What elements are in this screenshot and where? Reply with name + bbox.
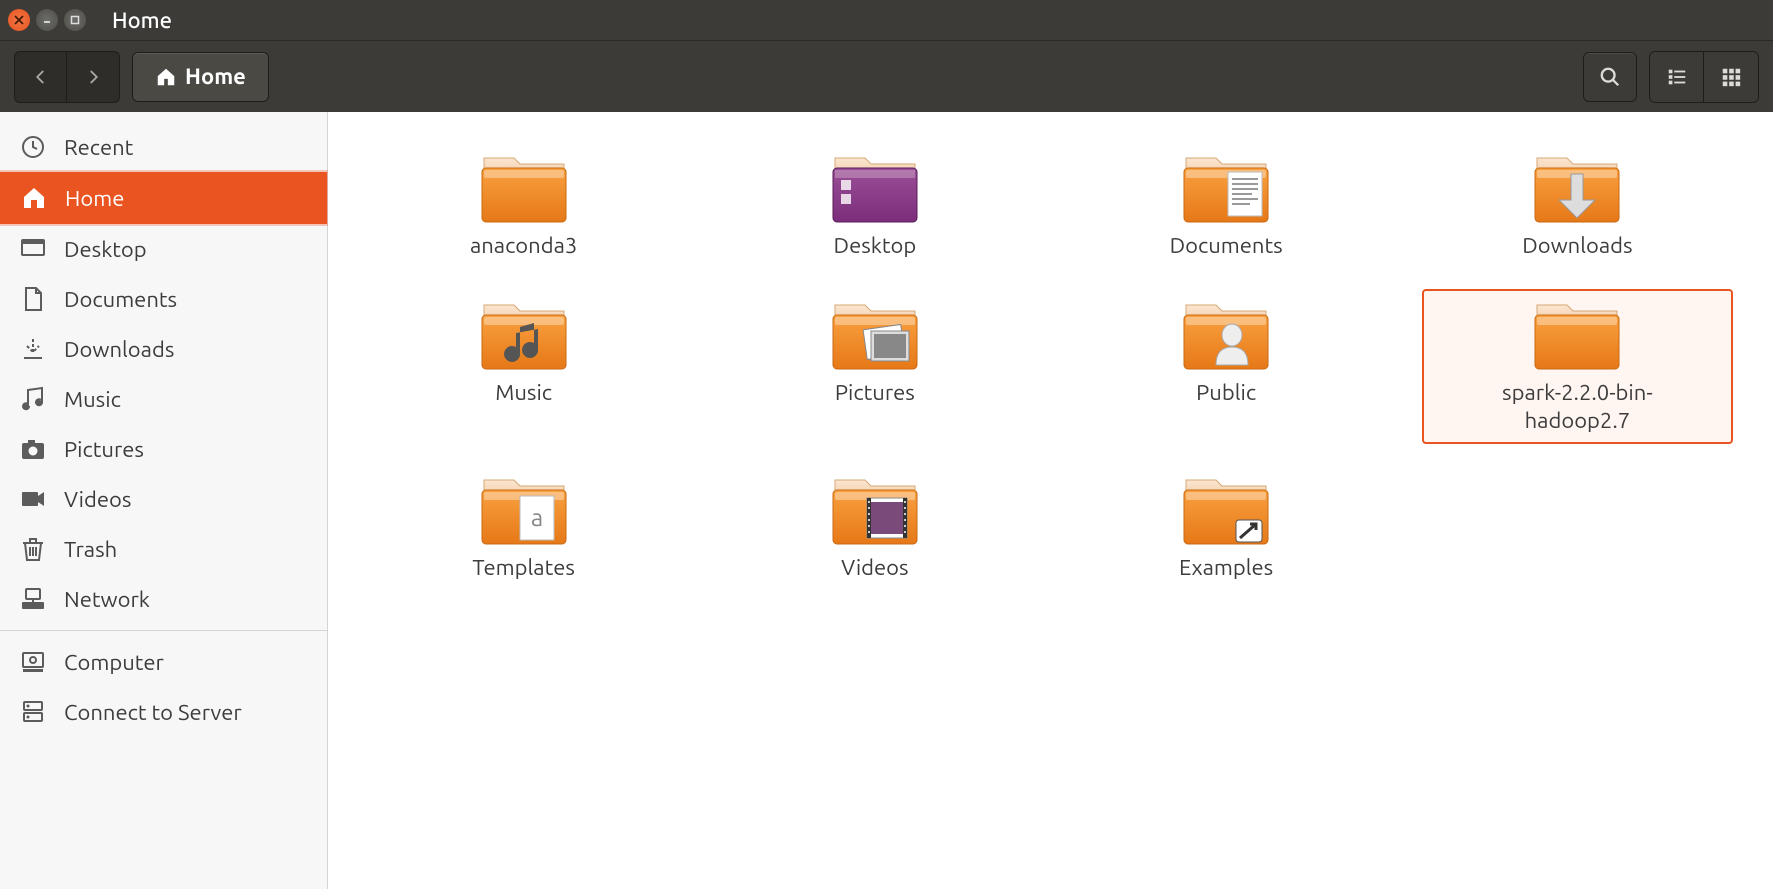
- folder-label: Downloads: [1522, 232, 1632, 261]
- desktop-icon: [20, 236, 46, 262]
- sidebar-separator: [0, 630, 327, 631]
- maximize-button[interactable]: [64, 9, 86, 31]
- list-view-icon: [1666, 66, 1688, 88]
- sidebar-item-network[interactable]: Network: [0, 574, 327, 624]
- folder-label: anaconda3: [470, 232, 577, 261]
- folder-label: Pictures: [835, 379, 915, 408]
- folder-icon: [1178, 297, 1274, 373]
- folder-icon: [476, 297, 572, 373]
- folder-label: Templates: [472, 554, 575, 583]
- sidebar-item-label: Trash: [64, 537, 117, 562]
- window-controls: [8, 9, 86, 31]
- home-icon: [155, 66, 177, 88]
- file-grid: anaconda3 Desktop Documents Downloads Mu…: [328, 112, 1773, 889]
- folder-documents[interactable]: Documents: [1071, 142, 1382, 269]
- sidebar-item-label: Pictures: [64, 437, 144, 462]
- computer-icon: [20, 649, 46, 675]
- sidebar: Recent Home Desktop Documents Downloads Music…: [0, 112, 328, 889]
- document-icon: [20, 286, 46, 312]
- grid-view-icon: [1720, 66, 1742, 88]
- forward-button[interactable]: [67, 52, 119, 102]
- grid-view-button[interactable]: [1704, 52, 1758, 102]
- folder-label: Documents: [1170, 232, 1283, 261]
- clock-icon: [20, 134, 46, 160]
- view-mode-group: [1649, 51, 1759, 103]
- folder-icon: [827, 297, 923, 373]
- sidebar-item-label: Network: [64, 587, 150, 612]
- sidebar-item-music[interactable]: Music: [0, 374, 327, 424]
- sidebar-item-label: Computer: [64, 650, 164, 675]
- folder-label: Music: [495, 379, 552, 408]
- close-button[interactable]: [8, 9, 30, 31]
- folder-icon: a: [476, 472, 572, 548]
- list-view-button[interactable]: [1650, 52, 1704, 102]
- search-icon: [1599, 66, 1621, 88]
- server-icon: [20, 699, 46, 725]
- sidebar-item-pictures[interactable]: Pictures: [0, 424, 327, 474]
- folder-anaconda3[interactable]: anaconda3: [368, 142, 679, 269]
- folder-label: Public: [1196, 379, 1256, 408]
- download-arrow-icon: [20, 336, 46, 362]
- sidebar-item-connect-to-server[interactable]: Connect to Server: [0, 687, 327, 737]
- camera-icon: [20, 436, 46, 462]
- video-icon: [20, 486, 46, 512]
- folder-pictures[interactable]: Pictures: [719, 289, 1030, 444]
- folder-icon: [827, 472, 923, 548]
- folder-icon: [1529, 150, 1625, 226]
- folder-label: Desktop: [834, 232, 917, 261]
- chevron-right-icon: [84, 68, 102, 86]
- sidebar-item-label: Music: [64, 387, 121, 412]
- sidebar-item-trash[interactable]: Trash: [0, 524, 327, 574]
- sidebar-item-computer[interactable]: Computer: [0, 637, 327, 687]
- svg-text:a: a: [530, 504, 542, 531]
- folder-icon: [1529, 297, 1625, 373]
- folder-music[interactable]: Music: [368, 289, 679, 444]
- titlebar: Home: [0, 0, 1773, 40]
- folder-desktop[interactable]: Desktop: [719, 142, 1030, 269]
- sidebar-item-documents[interactable]: Documents: [0, 274, 327, 324]
- trash-icon: [20, 536, 46, 562]
- sidebar-item-downloads[interactable]: Downloads: [0, 324, 327, 374]
- folder-spark-2-2-0-bin-hadoop2-7[interactable]: spark-2.2.0-bin-hadoop2.7: [1422, 289, 1733, 444]
- folder-public[interactable]: Public: [1071, 289, 1382, 444]
- sidebar-item-videos[interactable]: Videos: [0, 474, 327, 524]
- window-title: Home: [112, 8, 172, 33]
- folder-downloads[interactable]: Downloads: [1422, 142, 1733, 269]
- music-icon: [20, 386, 46, 412]
- sidebar-item-label: Connect to Server: [64, 700, 242, 725]
- chevron-left-icon: [32, 68, 50, 86]
- folder-label: spark-2.2.0-bin-hadoop2.7: [1477, 379, 1677, 436]
- folder-label: Videos: [841, 554, 908, 583]
- breadcrumb-label: Home: [185, 64, 246, 89]
- folder-icon: [1178, 150, 1274, 226]
- folder-templates[interactable]: a Templates: [368, 464, 679, 591]
- folder-icon: [476, 150, 572, 226]
- sidebar-item-label: Videos: [64, 487, 131, 512]
- network-icon: [20, 586, 46, 612]
- sidebar-item-label: Downloads: [64, 337, 174, 362]
- content-area: Recent Home Desktop Documents Downloads Music…: [0, 112, 1773, 889]
- sidebar-item-label: Documents: [64, 287, 177, 312]
- toolbar: Home: [0, 40, 1773, 112]
- folder-videos[interactable]: Videos: [719, 464, 1030, 591]
- sidebar-item-label: Recent: [64, 135, 133, 160]
- folder-icon: [827, 150, 923, 226]
- sidebar-item-recent[interactable]: Recent: [0, 122, 327, 172]
- folder-examples[interactable]: Examples: [1071, 464, 1382, 591]
- back-button[interactable]: [15, 52, 67, 102]
- search-button[interactable]: [1583, 52, 1637, 102]
- folder-label: Examples: [1179, 554, 1273, 583]
- sidebar-item-label: Home: [65, 186, 124, 211]
- sidebar-item-label: Desktop: [64, 237, 147, 262]
- folder-icon: [1178, 472, 1274, 548]
- nav-group: [14, 51, 120, 103]
- minimize-button[interactable]: [36, 9, 58, 31]
- sidebar-item-desktop[interactable]: Desktop: [0, 224, 327, 274]
- home-icon: [21, 185, 47, 211]
- breadcrumb-home[interactable]: Home: [132, 52, 269, 102]
- sidebar-item-home[interactable]: Home: [0, 172, 327, 224]
